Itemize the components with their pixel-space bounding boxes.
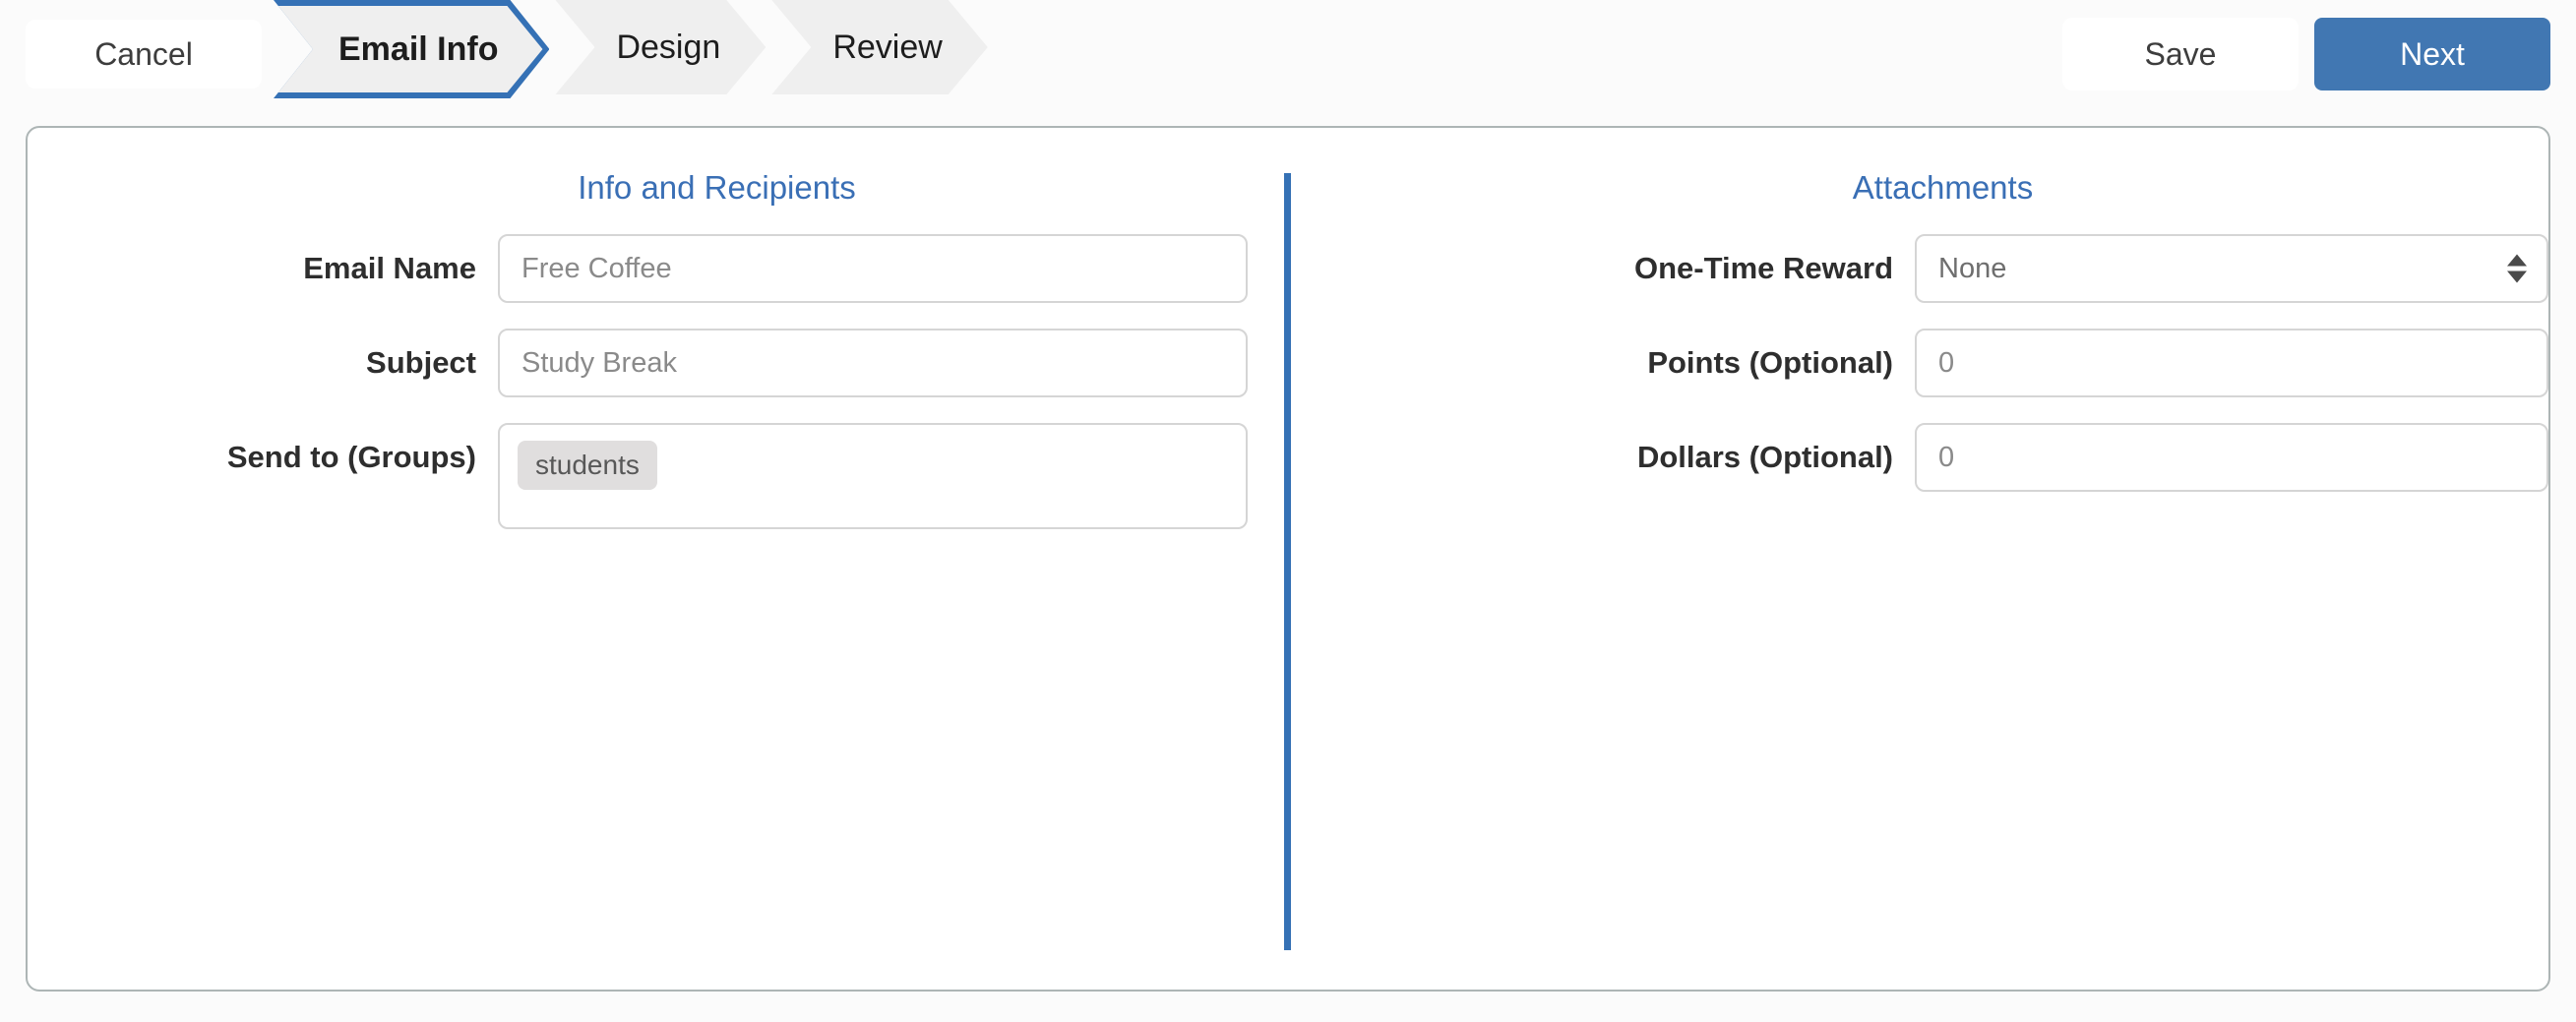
one-time-reward-select[interactable]: None <box>1915 234 2548 303</box>
subject-row: Subject <box>75 329 1288 397</box>
group-chip-students[interactable]: students <box>518 441 657 490</box>
one-time-reward-row: One-Time Reward None <box>1542 234 2548 303</box>
dollars-input[interactable] <box>1915 423 2548 492</box>
send-to-groups-multiselect[interactable]: students <box>498 423 1248 529</box>
info-and-recipients-title: Info and Recipients <box>578 169 856 206</box>
email-name-input[interactable] <box>498 234 1248 303</box>
email-info-card: Info and Recipients Email Name Subject S… <box>26 126 2550 992</box>
send-to-groups-label: Send to (Groups) <box>226 440 476 474</box>
wizard-step-email-info[interactable]: Email Info <box>274 0 549 98</box>
subject-label: Subject <box>366 345 476 380</box>
attachments-title: Attachments <box>1852 169 2034 206</box>
email-name-label: Email Name <box>303 251 476 285</box>
save-button-label: Save <box>2144 35 2217 72</box>
wizard-step-review-label: Review <box>832 28 943 66</box>
attachments-panel: Attachments One-Time Reward None Points … <box>1288 128 2548 990</box>
send-to-groups-row: Send to (Groups) students <box>75 423 1288 529</box>
panels-container: Info and Recipients Email Name Subject S… <box>28 128 2548 990</box>
dollars-row: Dollars (Optional) <box>1542 423 2548 492</box>
cancel-button-label: Cancel <box>94 35 193 72</box>
points-input[interactable] <box>1915 329 2548 397</box>
left-form-rows: Email Name Subject Send to (Groups) <box>28 234 1288 555</box>
points-control <box>1915 329 2548 397</box>
top-toolbar: Cancel Email Info Design Review Save Nex… <box>0 0 2576 108</box>
one-time-reward-control: None <box>1915 234 2548 303</box>
toolbar-actions: Save Next <box>2062 18 2550 90</box>
dollars-control <box>1915 423 2548 492</box>
subject-control <box>498 329 1248 397</box>
send-to-groups-control: students <box>498 423 1248 529</box>
right-form-rows: One-Time Reward None Points (Optional) 0… <box>1288 234 2548 517</box>
next-button-label: Next <box>2400 35 2465 72</box>
cancel-button[interactable]: Cancel <box>26 20 262 89</box>
save-button[interactable]: Save <box>2062 18 2299 90</box>
wizard-step-breadcrumb: Email Info Design Review <box>274 0 994 102</box>
wizard-step-review[interactable]: Review <box>771 0 987 94</box>
subject-input[interactable] <box>498 329 1248 397</box>
wizard-step-design[interactable]: Design <box>555 0 766 94</box>
next-button[interactable]: Next <box>2314 18 2550 90</box>
wizard-step-design-label: Design <box>616 28 721 66</box>
one-time-reward-label: One-Time Reward <box>1634 251 1894 285</box>
points-label: Points (Optional) <box>1647 345 1894 380</box>
info-and-recipients-panel: Info and Recipients Email Name Subject S… <box>28 128 1288 990</box>
one-time-reward-select-wrap: None <box>1915 234 2548 303</box>
email-name-control <box>498 234 1248 303</box>
wizard-step-email-info-label: Email Info <box>338 30 499 68</box>
email-name-row: Email Name <box>75 234 1288 303</box>
dollars-label: Dollars (Optional) <box>1636 440 1894 474</box>
points-row: Points (Optional) <box>1542 329 2548 397</box>
